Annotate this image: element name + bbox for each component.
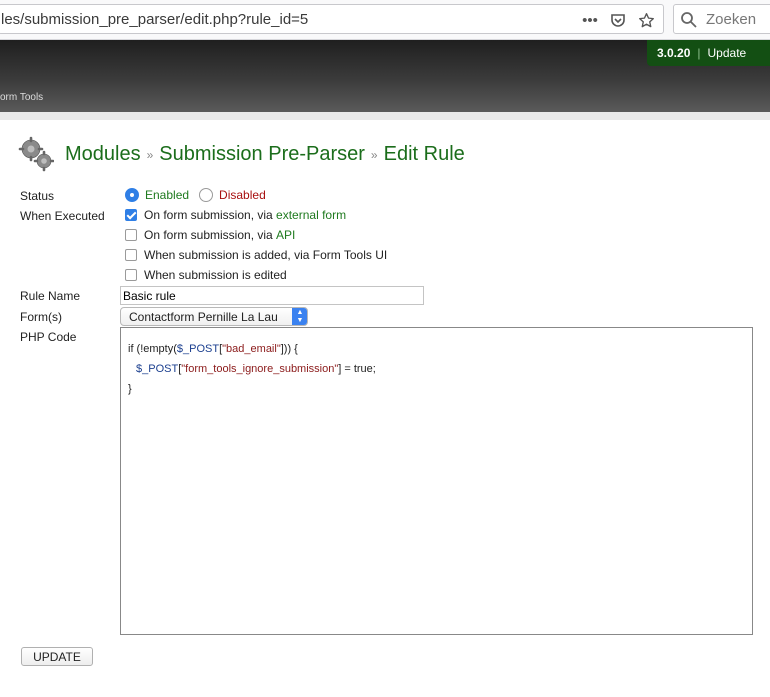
breadcrumb-modules[interactable]: Modules [65, 143, 141, 165]
breadcrumb-separator: » [146, 148, 154, 162]
forms-label: Form(s) [20, 310, 62, 324]
search-placeholder: Zoeken [706, 11, 757, 28]
when-option-added[interactable]: When submission is added, via Form Tools… [125, 248, 387, 262]
external-form-checkbox[interactable] [125, 209, 137, 221]
browser-search-box[interactable]: Zoeken [673, 4, 770, 34]
php-code-label: PHP Code [20, 330, 77, 344]
update-button[interactable]: UPDATE [21, 647, 93, 666]
option-text: On form submission, via [144, 208, 277, 222]
header-divider [0, 112, 770, 120]
version-badge: 3.0.20 | Update [647, 40, 770, 66]
version-separator: | [697, 46, 701, 60]
api-link[interactable]: API [276, 228, 295, 242]
code-line: $_POST["form_tools_ignore_submission"] =… [136, 363, 376, 375]
forms-select[interactable]: Contactform Pernille La Lau ▲ ▼ [120, 307, 308, 326]
php-code-editor[interactable]: if (!empty($_POST["bad_email"])) { $_POS… [120, 327, 753, 635]
code-line: if (!empty($_POST["bad_email"])) { [128, 343, 298, 355]
breadcrumb-module[interactable]: Submission Pre-Parser [159, 143, 365, 165]
breadcrumb-separator: » [370, 148, 378, 162]
gears-icon [18, 136, 54, 172]
api-checkbox[interactable] [125, 229, 137, 241]
update-link[interactable]: Update [708, 46, 747, 60]
status-enabled-label[interactable]: Enabled [145, 188, 189, 202]
status-enabled-radio[interactable] [125, 188, 139, 202]
when-option-external[interactable]: On form submission, via external form [125, 208, 346, 222]
header-breadcrumb[interactable]: orm Tools [0, 92, 43, 103]
option-text: When submission is edited [144, 268, 287, 282]
option-text: When submission is added, via Form Tools… [144, 248, 388, 262]
when-option-edited[interactable]: When submission is edited [125, 268, 287, 282]
pocket-icon[interactable] [607, 9, 629, 31]
option-text: On form submission, via [144, 228, 277, 242]
bookmark-star-icon[interactable] [635, 9, 657, 31]
rule-name-label: Rule Name [20, 289, 81, 303]
version-number: 3.0.20 [657, 46, 691, 60]
select-arrows-icon: ▲ ▼ [292, 308, 307, 325]
when-executed-label: When Executed [20, 209, 105, 223]
search-icon [681, 12, 697, 28]
page-title: Modules » Submission Pre-Parser » Edit Rule [65, 143, 465, 166]
breadcrumb-current: Edit Rule [383, 143, 465, 165]
status-disabled-radio[interactable] [199, 188, 214, 202]
status-options: Enabled Disabled [125, 188, 266, 202]
url-bar[interactable]: les/submission_pre_parser/edit.php?rule_… [0, 4, 664, 34]
forms-selected-value: Contactform Pernille La Lau [129, 310, 278, 324]
browser-toolbar: les/submission_pre_parser/edit.php?rule_… [0, 0, 770, 40]
external-form-link[interactable]: external form [276, 208, 346, 222]
rule-name-input[interactable] [120, 286, 424, 305]
code-line: } [128, 383, 132, 395]
status-label: Status [20, 189, 55, 203]
added-checkbox[interactable] [125, 249, 137, 261]
more-icon[interactable]: ••• [579, 9, 601, 31]
url-text[interactable]: les/submission_pre_parser/edit.php?rule_… [1, 11, 308, 28]
edited-checkbox[interactable] [125, 269, 137, 281]
status-disabled-label[interactable]: Disabled [219, 188, 266, 202]
when-option-api[interactable]: On form submission, via API [125, 228, 295, 242]
